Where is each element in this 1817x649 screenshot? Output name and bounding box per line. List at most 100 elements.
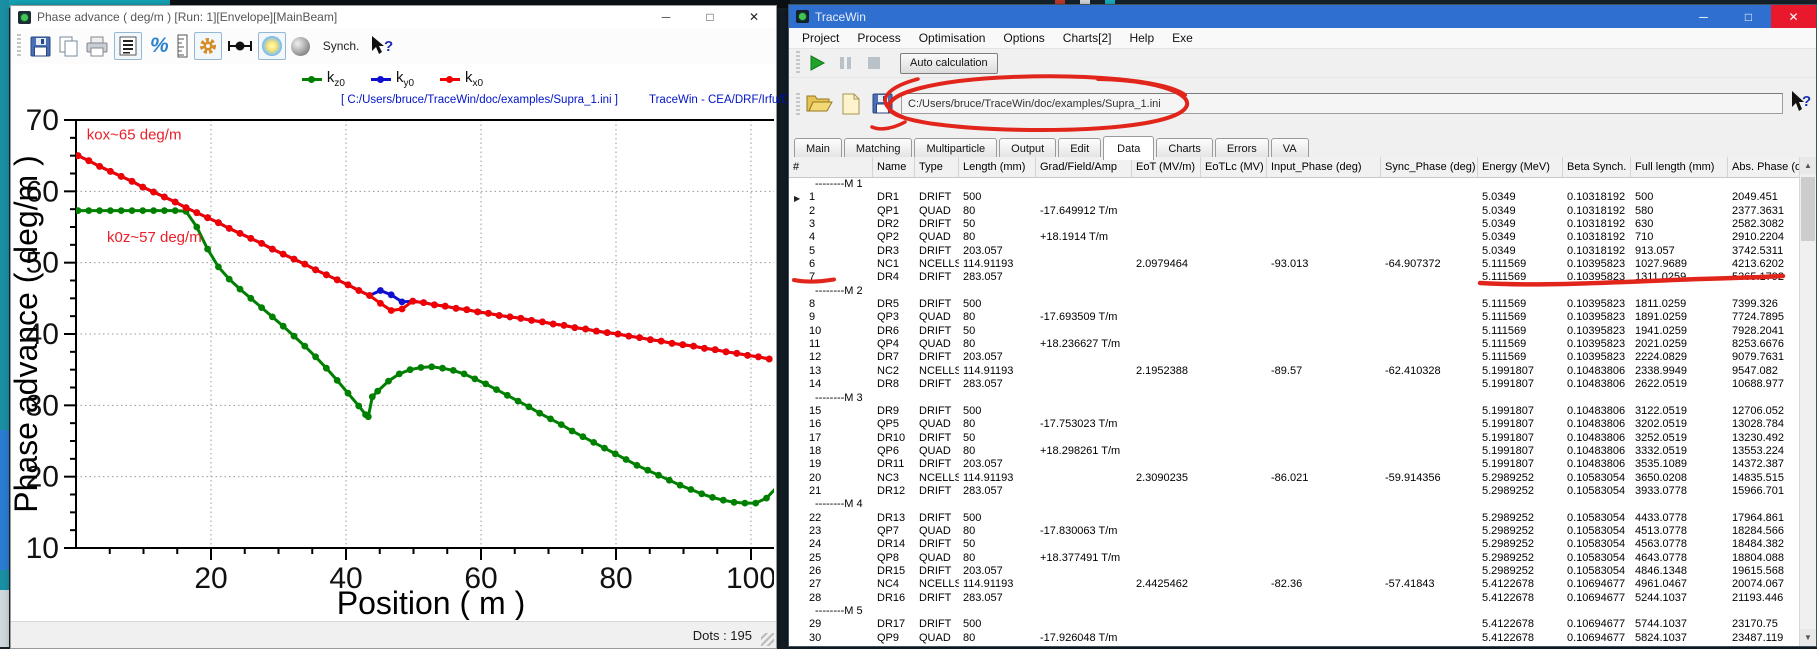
column-header[interactable]: # <box>789 157 873 177</box>
ruler-icon[interactable] <box>177 33 189 59</box>
close-button[interactable]: ✕ <box>1771 5 1816 28</box>
menu-project[interactable]: Project <box>793 28 848 48</box>
table-scrollbar[interactable]: ▲ ▼ <box>1799 157 1816 646</box>
table-row[interactable]: 5DR3DRIFT203.0575.03490.10318192913.0573… <box>789 245 1801 258</box>
menu-charts2[interactable]: Charts[2] <box>1054 28 1121 48</box>
table-row[interactable]: 18QP6QUAD80+18.298261 T/m5.19918070.1048… <box>789 445 1801 458</box>
table-row[interactable]: 4QP2QUAD80+18.1914 T/m5.03490.1031819271… <box>789 231 1801 244</box>
table-row[interactable]: 12DR7DRIFT203.0575.1115690.103958232224.… <box>789 351 1801 364</box>
menu-exe[interactable]: Exe <box>1163 28 1202 48</box>
minimize-button[interactable]: ─ <box>644 6 688 28</box>
table-row[interactable]: 29DR17DRIFT5005.41226780.106946775744.10… <box>789 618 1801 631</box>
table-row[interactable]: 21DR12DRIFT283.0575.29892520.10583054393… <box>789 485 1801 498</box>
stop-icon[interactable] <box>866 50 882 76</box>
table-row[interactable]: 13NC2NCELLS114.911932.1952388-89.57-62.4… <box>789 365 1801 378</box>
menu-process[interactable]: Process <box>848 28 909 48</box>
table-row[interactable]: 25QP8QUAD80+18.377491 T/m5.29892520.1058… <box>789 552 1801 565</box>
table-row[interactable]: 26DR15DRIFT203.0575.29892520.10583054484… <box>789 565 1801 578</box>
copy-icon[interactable] <box>57 33 80 59</box>
table-row[interactable]: 16QP5QUAD80-17.753023 T/m5.19918070.1048… <box>789 418 1801 431</box>
column-header[interactable]: Abs. Phase (d <box>1728 157 1801 177</box>
tab-charts[interactable]: Charts <box>1156 138 1212 159</box>
scroll-down-icon[interactable]: ▼ <box>1800 629 1816 646</box>
column-header[interactable]: EoT (MV/m) <box>1132 157 1201 177</box>
table-row[interactable]: 23QP7QUAD80-17.830063 T/m5.29892520.1058… <box>789 525 1801 538</box>
table-row[interactable]: 22DR13DRIFT5005.29892520.105830544433.07… <box>789 512 1801 525</box>
column-header[interactable]: Energy (MeV) <box>1478 157 1563 177</box>
table-row[interactable]: 9QP3QUAD80-17.693509 T/m5.1115690.103958… <box>789 311 1801 324</box>
menu-help[interactable]: Help <box>1120 28 1163 48</box>
table-row[interactable]: --------M 1 <box>789 178 1801 191</box>
tab-data[interactable]: Data <box>1103 136 1154 160</box>
run-play-icon[interactable] <box>808 50 826 76</box>
tracewin-titlebar[interactable]: TraceWin ─ □ ✕ <box>789 5 1816 28</box>
tab-va[interactable]: VA <box>1271 138 1309 159</box>
open-folder-icon[interactable] <box>805 91 833 120</box>
close-button[interactable]: ✕ <box>732 6 776 28</box>
table-row[interactable]: 6NC1NCELLS114.911932.0979464-93.013-64.9… <box>789 258 1801 271</box>
table-row[interactable]: 11QP4QUAD80+18.236627 T/m5.1115690.10395… <box>789 338 1801 351</box>
table-row[interactable]: ▶1DR1DRIFT5005.03490.103181925002049.451 <box>789 191 1801 204</box>
print-icon[interactable] <box>85 33 109 59</box>
settings-gear-icon[interactable] <box>194 32 222 60</box>
minimize-button[interactable]: ─ <box>1681 5 1726 28</box>
table-row[interactable]: 28DR16DRIFT283.0575.41226780.10694677524… <box>789 592 1801 605</box>
tab-output[interactable]: Output <box>999 138 1056 159</box>
column-header[interactable]: Full length (mm) <box>1631 157 1728 177</box>
column-header[interactable]: Sync_Phase (deg) <box>1381 157 1478 177</box>
maximize-button[interactable]: □ <box>1726 5 1771 28</box>
table-row[interactable]: --------M 2 <box>789 285 1801 298</box>
sphere-icon[interactable] <box>291 33 310 59</box>
table-row[interactable]: 15DR9DRIFT5005.19918070.104838063122.051… <box>789 405 1801 418</box>
save-icon[interactable] <box>871 92 894 120</box>
help-cursor-icon[interactable]: ? <box>369 33 395 59</box>
table-row[interactable]: 8DR5DRIFT5005.1115690.103958231811.02597… <box>789 298 1801 311</box>
maximize-button[interactable]: □ <box>688 6 732 28</box>
data-sheet-icon[interactable] <box>114 32 142 60</box>
tab-main[interactable]: Main <box>794 138 842 159</box>
scrollbar-thumb[interactable] <box>1801 177 1815 241</box>
help-cursor-icon[interactable]: ? <box>1789 90 1813 119</box>
column-header[interactable]: Length (mm) <box>959 157 1036 177</box>
table-row[interactable]: 19DR11DRIFT203.0575.19918070.10483806353… <box>789 458 1801 471</box>
new-file-icon[interactable] <box>841 92 861 121</box>
table-row[interactable]: 27NC4NCELLS114.911932.4425462-82.36-57.4… <box>789 578 1801 591</box>
table-row[interactable]: 2QP1QUAD80-17.649912 T/m5.03490.10318192… <box>789 205 1801 218</box>
table-row[interactable]: --------M 3 <box>789 392 1801 405</box>
table-row[interactable]: 24DR14DRIFT505.29892520.105830544563.077… <box>789 538 1801 551</box>
toolbar-grip[interactable] <box>796 51 800 75</box>
menu-optimisation[interactable]: Optimisation <box>910 28 995 48</box>
table-row[interactable]: --------M 4 <box>789 498 1801 511</box>
scroll-up-icon[interactable]: ▲ <box>1800 157 1816 174</box>
column-header[interactable]: Name <box>873 157 915 177</box>
tab-matching[interactable]: Matching <box>844 138 913 159</box>
resize-grip[interactable] <box>761 633 774 646</box>
tab-errors[interactable]: Errors <box>1215 138 1269 159</box>
menu-options[interactable]: Options <box>994 28 1053 48</box>
table-row[interactable]: --------M 5 <box>789 605 1801 618</box>
tab-multiparticle[interactable]: Multiparticle <box>914 138 997 159</box>
table-row[interactable]: 30QP9QUAD80-17.926048 T/m5.41226780.1069… <box>789 632 1801 645</box>
pause-icon[interactable] <box>838 50 854 76</box>
table-row[interactable]: 3DR2DRIFT505.03490.103181926302582.3082 <box>789 218 1801 231</box>
toolbar-grip[interactable] <box>17 34 21 58</box>
table-row[interactable]: 7DR4DRIFT283.0575.1115690.103958231311.0… <box>789 271 1801 284</box>
table-row[interactable]: 20NC3NCELLS114.911932.3090235-86.021-59.… <box>789 472 1801 485</box>
tab-edit[interactable]: Edit <box>1058 138 1101 159</box>
save-icon[interactable] <box>29 33 52 59</box>
column-header[interactable]: EoTLc (MV) <box>1201 157 1267 177</box>
column-header[interactable]: Input_Phase (deg) <box>1267 157 1381 177</box>
column-header[interactable]: Grad/Field/Amp <box>1036 157 1132 177</box>
left-window-titlebar[interactable]: Phase advance ( deg/m ) [Run: 1][Envelop… <box>11 6 776 28</box>
project-path-field[interactable]: C:/Users/bruce/TraceWin/doc/examples/Sup… <box>901 93 1783 114</box>
halo-orb-icon[interactable] <box>258 32 286 60</box>
percent-icon[interactable]: % <box>147 33 172 59</box>
toolbar-grip[interactable] <box>796 93 800 117</box>
column-header[interactable]: Beta Synch. <box>1563 157 1631 177</box>
beam-focus-icon[interactable] <box>227 33 253 59</box>
table-row[interactable]: 14DR8DRIFT283.0575.19918070.104838062622… <box>789 378 1801 391</box>
table-row[interactable]: 17DR10DRIFT505.19918070.104838063252.051… <box>789 432 1801 445</box>
column-header[interactable]: Type <box>915 157 959 177</box>
table-row[interactable]: 31DR18DRIFT505.41226780.106946775874.103… <box>789 645 1801 646</box>
table-row[interactable]: 10DR6DRIFT505.1115690.103958231941.02597… <box>789 325 1801 338</box>
